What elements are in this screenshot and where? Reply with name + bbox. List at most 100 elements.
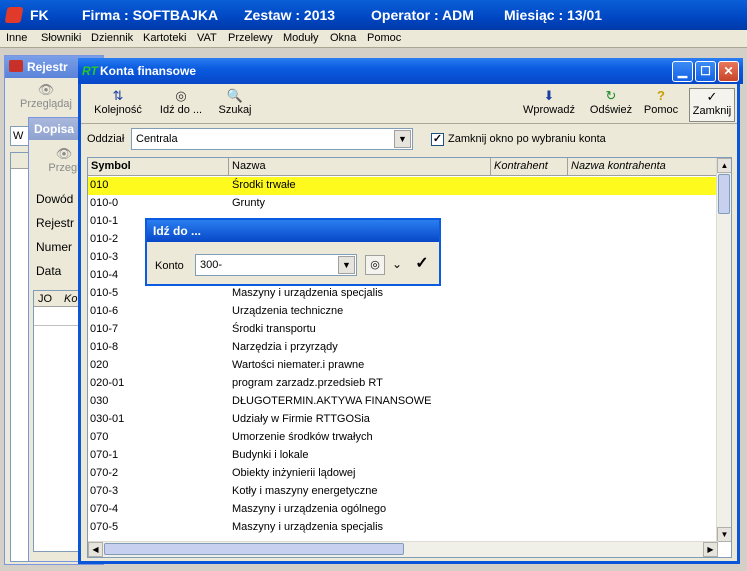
col-symbol[interactable]: Symbol <box>88 158 229 176</box>
menu-vat[interactable]: VAT <box>197 32 217 44</box>
cell-nazwa: Narzędzia i przyrządy <box>232 341 338 353</box>
menu-dziennik[interactable]: Dziennik <box>91 32 133 44</box>
close-after-select-label: Zamknij okno po wybraniu konta <box>448 133 606 145</box>
scroll-left-icon[interactable]: ◀ <box>88 542 103 557</box>
scroll-down-icon[interactable]: ▼ <box>717 527 731 542</box>
cell-symbol: 070-1 <box>90 449 119 461</box>
minimize-button[interactable]: ▁ <box>672 61 693 82</box>
table-row[interactable]: 030 DŁUGOTERMIN.AKTYWA FINANSOWE <box>88 393 718 411</box>
maximize-button[interactable]: ☐ <box>695 61 716 82</box>
scroll-right-icon[interactable]: ▶ <box>703 542 718 557</box>
cell-nazwa: Maszyny i urządzenia specjalis <box>232 287 384 299</box>
vertical-scrollbar[interactable]: ▲ ▼ <box>716 158 731 542</box>
table-row[interactable]: 030-01 Udziały w Firmie RTTGOSia <box>88 411 718 429</box>
rt-badge: RT <box>82 64 98 78</box>
goto-confirm-button[interactable]: ✓ <box>411 254 433 276</box>
oddzial-label: Oddział <box>87 133 125 145</box>
table-row[interactable]: 010-6 Urządzenia techniczne <box>88 303 718 321</box>
cell-nazwa: Wartości niemater.i prawne <box>232 359 365 371</box>
cell-symbol: 010-2 <box>90 233 119 245</box>
dopis-label-dowod: Dowód <box>36 192 74 206</box>
wprowadz-button[interactable]: ⬇ Wprowadź <box>519 88 579 122</box>
menu-slowniki[interactable]: Słowniki <box>41 32 81 44</box>
table-row[interactable]: 010-5 Maszyny i urządzenia specjalis <box>88 285 718 303</box>
table-row[interactable]: 020 Wartości niemater.i prawne <box>88 357 718 375</box>
scroll-up-icon[interactable]: ▲ <box>717 158 731 173</box>
cell-nazwa: Urządzenia techniczne <box>232 305 344 317</box>
close-button[interactable]: ✕ <box>718 61 739 82</box>
zamknij-button[interactable]: ✓ Zamknij <box>689 88 735 122</box>
table-row[interactable]: 010-8 Narzędzia i przyrządy <box>88 339 718 357</box>
konto-input[interactable]: 300- ▼ <box>195 254 357 276</box>
cell-symbol: 010-1 <box>90 215 119 227</box>
vertical-scroll-thumb[interactable] <box>718 174 730 214</box>
cell-symbol: 010-6 <box>90 305 119 317</box>
menu-pomoc[interactable]: Pomoc <box>367 32 401 44</box>
menu-kartoteki[interactable]: Kartoteki <box>143 32 186 44</box>
col-kontrahent[interactable]: Kontrahent <box>491 158 568 176</box>
table-row[interactable]: 070-2 Obiekty inżynierii lądowej <box>88 465 718 483</box>
konta-window[interactable]: RT Konta finansowe ▁ ☐ ✕ ⇅ Kolejność ◎ I… <box>78 58 743 564</box>
rejestr-przegladaj-button[interactable]: 👁 Przeglądaj <box>19 82 73 110</box>
firma-label: Firma : SOFTBAJKA <box>82 7 219 23</box>
table-row[interactable]: 070-3 Kotły i maszyny energetyczne <box>88 483 718 501</box>
dopis-title: Dopisa <box>34 122 75 136</box>
cell-symbol: 070-4 <box>90 503 119 515</box>
szukaj-button[interactable]: 🔍 Szukaj <box>213 88 257 122</box>
menu-moduly[interactable]: Moduły <box>283 32 318 44</box>
goto-dialog[interactable]: Idź do ... Konto 300- ▼ ◎ ⌄ ✓ <box>145 218 441 286</box>
app-title-bar: FK Firma : SOFTBAJKA Zestaw : 2013 Opera… <box>0 0 747 30</box>
konto-dropdown-arrow-icon[interactable]: ▼ <box>338 256 355 274</box>
grid-header: Symbol Nazwa Kontrahent Nazwa kontrahent… <box>88 158 718 176</box>
dropdown-arrow-icon[interactable]: ▼ <box>394 130 411 148</box>
check-icon: ✓ <box>415 255 429 272</box>
table-row[interactable]: 010-7 Środki transportu <box>88 321 718 339</box>
cell-symbol: 020-01 <box>90 377 125 389</box>
table-row[interactable]: 010 Środki trwałe <box>88 177 718 195</box>
horizontal-scrollbar[interactable]: ◀ ▶ <box>88 541 718 557</box>
col-nazwa[interactable]: Nazwa <box>229 158 491 176</box>
double-chevron-down-icon: ⌄ <box>391 257 403 271</box>
cell-symbol: 010 <box>90 179 109 191</box>
col-nazwa-kontrahenta[interactable]: Nazwa kontrahenta <box>568 158 718 176</box>
cell-symbol: 010-7 <box>90 323 119 335</box>
menu-okna[interactable]: Okna <box>330 32 356 44</box>
dopis-label-rejestr: Rejestr <box>36 216 75 230</box>
table-row[interactable]: 070 Umorzenie środków trwałych <box>88 429 718 447</box>
pomoc-button[interactable]: ? Pomoc <box>641 88 681 122</box>
goto-dialog-title-bar: Idź do ... <box>147 220 439 242</box>
oddzial-select[interactable]: Centrala ▼ <box>131 128 413 150</box>
rejestr-field[interactable]: W <box>10 126 30 146</box>
menu-przelewy[interactable]: Przelewy <box>228 32 273 44</box>
goto-lookup-button[interactable]: ◎ <box>365 255 385 275</box>
cell-nazwa: Grunty <box>232 197 266 209</box>
cell-symbol: 010-0 <box>90 197 119 209</box>
table-row[interactable]: 070-5 Maszyny i urządzenia specjalis <box>88 519 718 537</box>
goto-next-button[interactable]: ⌄ <box>389 255 405 275</box>
lookup-icon: ◎ <box>370 259 380 271</box>
rejestr-window-icon <box>9 60 23 72</box>
kolejnosc-button[interactable]: ⇅ Kolejność <box>89 88 147 122</box>
cell-nazwa: Budynki i lokale <box>232 449 309 461</box>
operator-label: Operator : ADM <box>371 7 474 23</box>
table-row[interactable]: 070-1 Budynki i lokale <box>88 447 718 465</box>
close-after-select-checkbox[interactable]: ✓ <box>431 133 444 146</box>
odswiez-label: Odśwież <box>589 104 633 116</box>
zamknij-label: Zamknij <box>692 105 732 117</box>
cell-symbol: 010-8 <box>90 341 119 353</box>
idz-do-label: Idź do ... <box>159 104 203 116</box>
horizontal-scroll-thumb[interactable] <box>104 543 404 555</box>
table-row[interactable]: 020-01 program zarzadz.przedsieb RT <box>88 375 718 393</box>
cell-symbol: 030 <box>90 395 109 407</box>
app-logo-icon <box>4 7 24 23</box>
menu-inne[interactable]: Inne <box>6 32 27 44</box>
table-row[interactable]: 010-0 Grunty <box>88 195 718 213</box>
dopis-label-numer: Numer <box>36 240 73 254</box>
sort-order-icon: ⇅ <box>112 88 124 103</box>
cell-nazwa: Kotły i maszyny energetyczne <box>232 485 378 497</box>
cell-nazwa: Umorzenie środków trwałych <box>232 431 373 443</box>
cell-symbol: 010-5 <box>90 287 119 299</box>
table-row[interactable]: 070-4 Maszyny i urządzenia ogólnego <box>88 501 718 519</box>
idz-do-button[interactable]: ◎ Idź do ... <box>155 88 207 122</box>
odswiez-button[interactable]: ↻ Odśwież <box>585 88 637 122</box>
